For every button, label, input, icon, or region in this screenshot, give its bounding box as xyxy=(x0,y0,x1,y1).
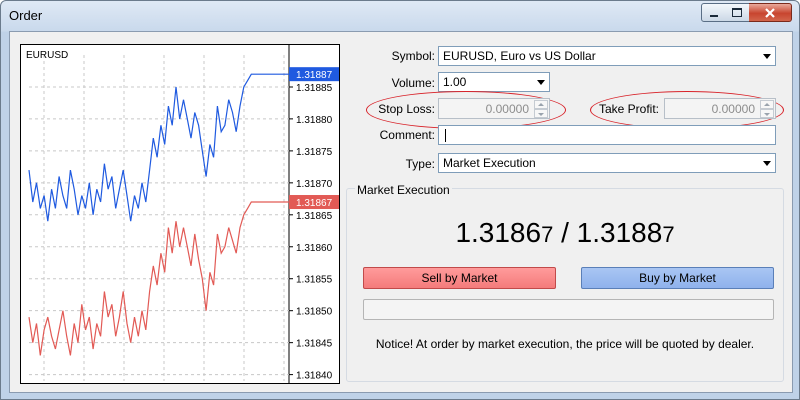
take-profit-value: 0.00000 xyxy=(711,102,755,116)
group-label: Market Execution xyxy=(355,183,452,197)
type-dropdown[interactable]: Market Execution xyxy=(438,153,776,173)
maximize-button[interactable] xyxy=(725,3,750,22)
ask-quote: 1.3188 xyxy=(576,217,663,248)
chevron-down-icon xyxy=(763,161,771,166)
y-tick-label: 1.31845 xyxy=(296,339,333,350)
y-tick-label: 1.31855 xyxy=(296,275,333,286)
type-dropdown-value: Market Execution xyxy=(443,156,536,170)
comment-input[interactable] xyxy=(438,125,776,145)
market-execution-group: Market Execution 1.31867 / 1.31887 Sell … xyxy=(346,183,784,382)
series-line-ask xyxy=(28,73,289,222)
symbol-dropdown-value: EURUSD, Euro vs US Dollar xyxy=(443,49,596,63)
stop-loss-down-button[interactable] xyxy=(534,109,548,118)
stop-loss-label: Stop Loss: xyxy=(378,102,435,116)
stop-loss-value: 0.00000 xyxy=(485,102,529,116)
ask-quote-pip: 7 xyxy=(662,222,675,247)
y-tick-label: 1.31860 xyxy=(296,243,333,254)
buy-by-market-button[interactable]: Buy by Market xyxy=(581,267,774,289)
spin-up-icon xyxy=(764,103,770,106)
chevron-down-icon xyxy=(763,54,771,59)
stop-loss-input[interactable]: 0.00000 xyxy=(438,98,550,119)
tick-chart-svg: 1.31885 1.31880 1.31875 1.31870 1.31865 1.318… xyxy=(28,45,339,383)
type-label: Type: xyxy=(405,157,435,171)
dialog-body: 1.31885 1.31880 1.31875 1.31870 1.31865 1.318… xyxy=(9,31,793,393)
y-tick-label: 1.31885 xyxy=(296,83,333,94)
volume-label: Volume: xyxy=(391,76,435,90)
minimize-button[interactable] xyxy=(701,3,727,22)
volume-dropdown[interactable]: 1.00 xyxy=(438,72,550,92)
chart-symbol: EURUSD xyxy=(26,50,69,61)
execution-progress-bar xyxy=(363,299,774,320)
symbol-label: Symbol: xyxy=(391,49,435,63)
take-profit-up-button[interactable] xyxy=(760,100,774,109)
symbol-dropdown[interactable]: EURUSD, Euro vs US Dollar xyxy=(438,46,776,66)
y-tick-label: 1.31840 xyxy=(296,371,333,382)
y-tick-label: 1.31875 xyxy=(296,147,333,158)
spin-down-icon xyxy=(764,113,770,116)
tick-chart: 1.31885 1.31880 1.31875 1.31870 1.31865 1.318… xyxy=(20,44,340,384)
chevron-down-icon xyxy=(537,80,545,85)
notice-text: Notice! At order by market execution, th… xyxy=(375,337,755,351)
y-tick-label: 1.31865 xyxy=(296,211,333,222)
spin-up-icon xyxy=(538,103,544,106)
take-profit-down-button[interactable] xyxy=(760,109,774,118)
comment-label: Comment: xyxy=(379,128,435,142)
bid-quote-pip: 7 xyxy=(541,222,554,247)
stop-loss-up-button[interactable] xyxy=(534,100,548,109)
ask-price-tag: 1.31887 xyxy=(296,70,333,81)
bid-price-tag: 1.31867 xyxy=(296,198,333,209)
minimize-icon xyxy=(710,14,718,17)
bid-quote: 1.3186 xyxy=(455,217,542,248)
spin-down-icon xyxy=(538,113,544,116)
close-button[interactable] xyxy=(749,3,792,22)
window-title: Order xyxy=(9,8,43,23)
quote-separator: / xyxy=(553,217,577,248)
close-icon xyxy=(765,7,775,18)
text-caret xyxy=(445,129,446,142)
y-tick-label: 1.31870 xyxy=(296,179,333,190)
sell-by-market-button[interactable]: Sell by Market xyxy=(363,267,556,289)
volume-dropdown-value: 1.00 xyxy=(443,75,467,89)
y-tick-label: 1.31850 xyxy=(296,307,333,318)
maximize-icon xyxy=(732,8,742,17)
order-window: Order 1.31885 1.31880 1.31875 1.31870 1.3186… xyxy=(0,0,800,400)
quote-display: 1.31867 / 1.31887 xyxy=(347,217,783,249)
y-tick-label: 1.31880 xyxy=(296,115,333,126)
take-profit-label: Take Profit: xyxy=(598,102,659,116)
take-profit-input[interactable]: 0.00000 xyxy=(664,98,776,119)
title-bar[interactable]: Order xyxy=(1,1,799,31)
